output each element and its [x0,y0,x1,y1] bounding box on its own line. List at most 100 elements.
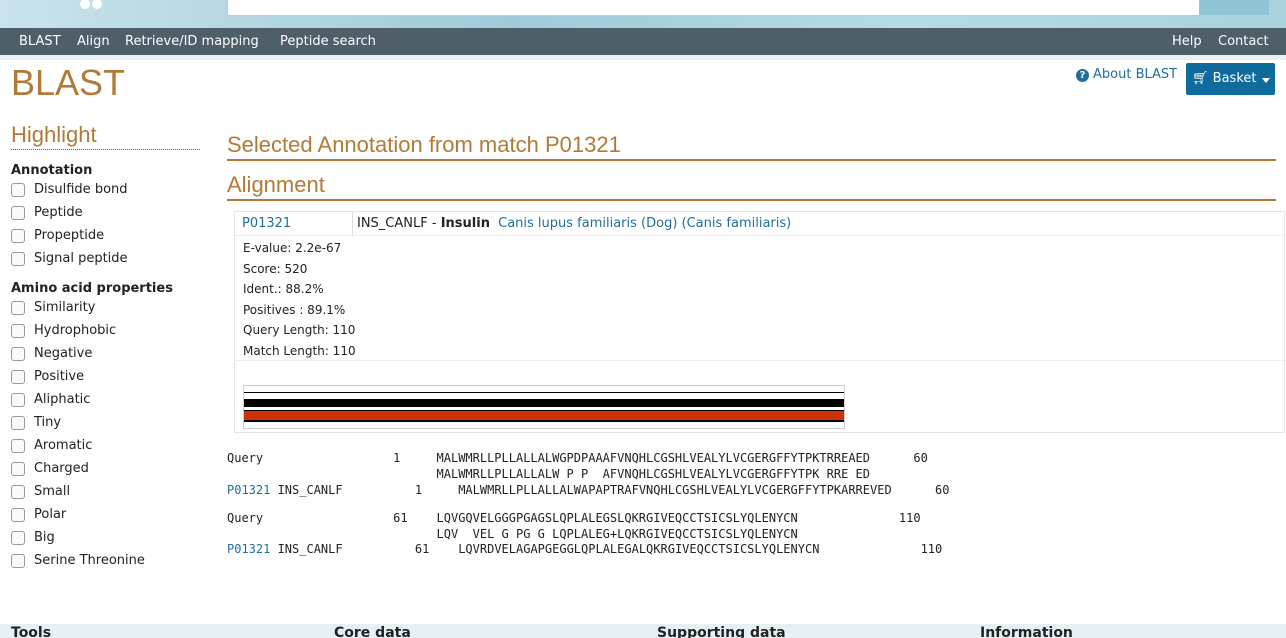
checkbox-label: Propeptide [34,228,105,243]
checkbox[interactable] [11,507,25,522]
checkbox-label: Peptide [34,205,83,220]
help-icon: ? [1076,69,1089,82]
highlight-propeptide[interactable]: Propeptide [11,224,201,247]
subject-accession-link[interactable]: P01321 [227,483,270,497]
highlight-tiny[interactable]: Tiny [11,411,201,434]
subject-accession-link[interactable]: P01321 [227,542,270,556]
highlight-similarity[interactable]: Similarity [11,296,201,319]
highlight-aromatic[interactable]: Aromatic [11,434,201,457]
highlight-positive[interactable]: Positive [11,365,201,388]
stat-positives: Positives : 89.1% [243,302,346,317]
match-description: INS_CANLF - Insulin Canis lupus familiar… [357,216,791,231]
amino-acid-list: Similarity Hydrophobic Negative Positive Ali… [11,296,201,572]
match-stats: E-value: 2.2e-67 Score: 520 Ident.: 88.2… [243,241,356,364]
checkbox[interactable] [11,323,25,338]
match-header-row: P01321 INS_CANLF - Insulin Canis lupus f… [235,212,1286,236]
footer-information: Information [980,625,1073,638]
top-nav: BLAST Align Retrieve/ID mapping Peptide … [0,28,1286,55]
checkbox[interactable] [11,484,25,499]
checkbox-label: Tiny [34,415,62,430]
checkbox-label: Aromatic [34,438,93,453]
checkbox-label: Hydrophobic [34,323,117,338]
highlight-aliphatic[interactable]: Aliphatic [11,388,201,411]
checkbox[interactable] [11,228,25,243]
annotation-heading: Annotation [11,163,93,178]
checkbox-label: Similarity [34,300,96,315]
nav-contact[interactable]: Contact [1218,34,1269,49]
nav-underline [0,55,1286,60]
stat-query-length: Query Length: 110 [243,323,356,337]
annotation-list: Disulfide bond Peptide Propeptide Signal pe… [11,178,201,270]
checkbox[interactable] [11,530,25,545]
checkbox-label: Signal peptide [34,251,128,266]
about-blast-link[interactable]: ? About BLAST [1076,67,1177,82]
nav-retrieve-id-mapping[interactable]: Retrieve/ID mapping [125,34,259,49]
highlight-hydrophobic[interactable]: Hydrophobic [11,319,201,342]
nav-blast[interactable]: BLAST [19,34,61,49]
checkbox-label: Disulfide bond [34,182,128,197]
subject-sequence: INS_CANLF 1 MALWMRLLPLLALLALWAPAPTRAFVNQ… [270,483,950,497]
checkbox-label: Small [34,484,71,499]
nav-help[interactable]: Help [1172,34,1202,49]
highlight-signal-peptide[interactable]: Signal peptide [11,247,201,270]
organism-link[interactable]: Canis lupus familiaris (Dog) (Canis fami… [498,216,791,231]
highlight-polar[interactable]: Polar [11,503,201,526]
divider [235,360,1286,361]
logo-icon[interactable] [80,0,104,13]
basket-button[interactable]: 🛒︎ Basket [1186,63,1275,95]
alignment-midline: MALWMRLLPLLALLALW P P AFVNQHLCGSHLVEALYL… [227,467,871,481]
checkbox-label: Aliphatic [34,392,91,407]
footer-core-data: Core data [334,625,411,638]
chevron-down-icon [1262,78,1270,83]
checkbox-label: Charged [34,461,89,476]
search-button[interactable] [1199,0,1269,15]
highlight-sidebar: Highlight Annotation Disulfide bond Pepti… [11,122,201,572]
match-card: P01321 INS_CANLF - Insulin Canis lupus f… [234,211,1286,433]
stat-score: Score: 520 [243,261,308,276]
entry-dash: - [431,216,437,231]
about-blast-label: About BLAST [1093,67,1178,82]
checkbox[interactable] [11,251,25,266]
checkbox-label: Positive [34,369,85,384]
highlight-big[interactable]: Big [11,526,201,549]
checkbox[interactable] [11,438,25,453]
checkbox-label: Negative [34,346,93,361]
checkbox[interactable] [11,205,25,220]
footer-supporting-data: Supporting data [657,625,786,638]
highlight-charged[interactable]: Charged [11,457,201,480]
alignment-heading: Alignment [227,172,1276,201]
stat-evalue: E-value: 2.2e-67 [243,241,342,255]
checkbox[interactable] [11,300,25,315]
checkbox[interactable] [11,369,25,384]
header-banner [0,0,1286,28]
checkbox[interactable] [11,346,25,361]
highlight-small[interactable]: Small [11,480,201,503]
highlight-serine-threonine[interactable]: Serine Threonine [11,549,201,572]
highlight-peptide[interactable]: Peptide [11,201,201,224]
amino-acid-heading: Amino acid properties [11,281,173,296]
entry-name: INS_CANLF [357,216,428,231]
checkbox[interactable] [11,182,25,197]
checkbox[interactable] [11,553,25,568]
stat-identity: Ident.: 88.2% [243,282,324,296]
accession-link[interactable]: P01321 [235,212,353,236]
protein-name: Insulin [440,216,490,231]
checkbox[interactable] [11,461,25,476]
nav-peptide-search[interactable]: Peptide search [280,34,376,49]
footer-tools: Tools [11,625,52,638]
alignment-midline: LQV VEL G PG G LQPLALEG+LQKRGIVEQCCTSICS… [227,527,798,541]
checkbox-label: Polar [34,507,67,522]
sidebar-title: Highlight [11,122,200,150]
page-title: BLAST [11,62,126,103]
selected-annotation-heading: Selected Annotation from match P01321 [227,132,1276,161]
alignment-query-line: Query 61 LQVGQVELGGGPGAGSLQPLALEGSLQKRGI… [227,511,921,525]
footer: Tools Core data Supporting data Informat… [0,624,1286,638]
nav-align[interactable]: Align [77,34,110,49]
search-input[interactable] [227,0,1270,16]
alignment-subject-line: P01321 INS_CANLF 1 MALWMRLLPLLALLALWAPAP… [227,483,949,497]
checkbox[interactable] [11,392,25,407]
highlight-negative[interactable]: Negative [11,342,201,365]
checkbox[interactable] [11,415,25,430]
highlight-disulfide-bond[interactable]: Disulfide bond [11,178,201,201]
alignment-graphic [243,385,845,429]
